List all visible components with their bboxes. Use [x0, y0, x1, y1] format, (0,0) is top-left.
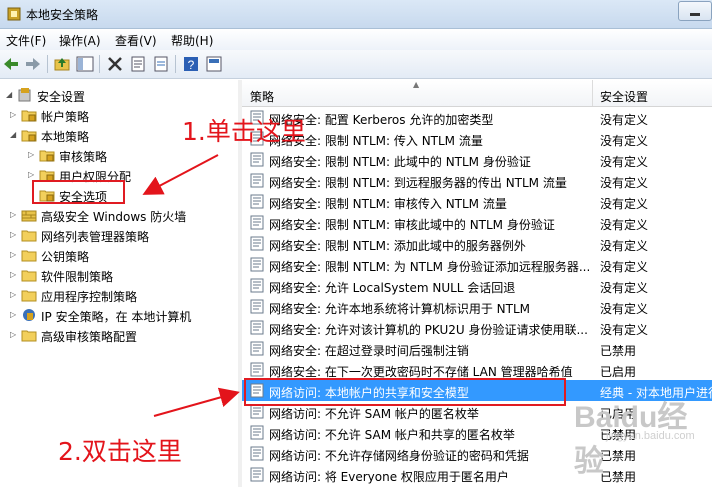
- arrow-to-sharing-model: [153, 387, 240, 417]
- arrow-to-security-options: [142, 154, 219, 195]
- watermark-url: jingyan.baidu.com: [606, 430, 695, 442]
